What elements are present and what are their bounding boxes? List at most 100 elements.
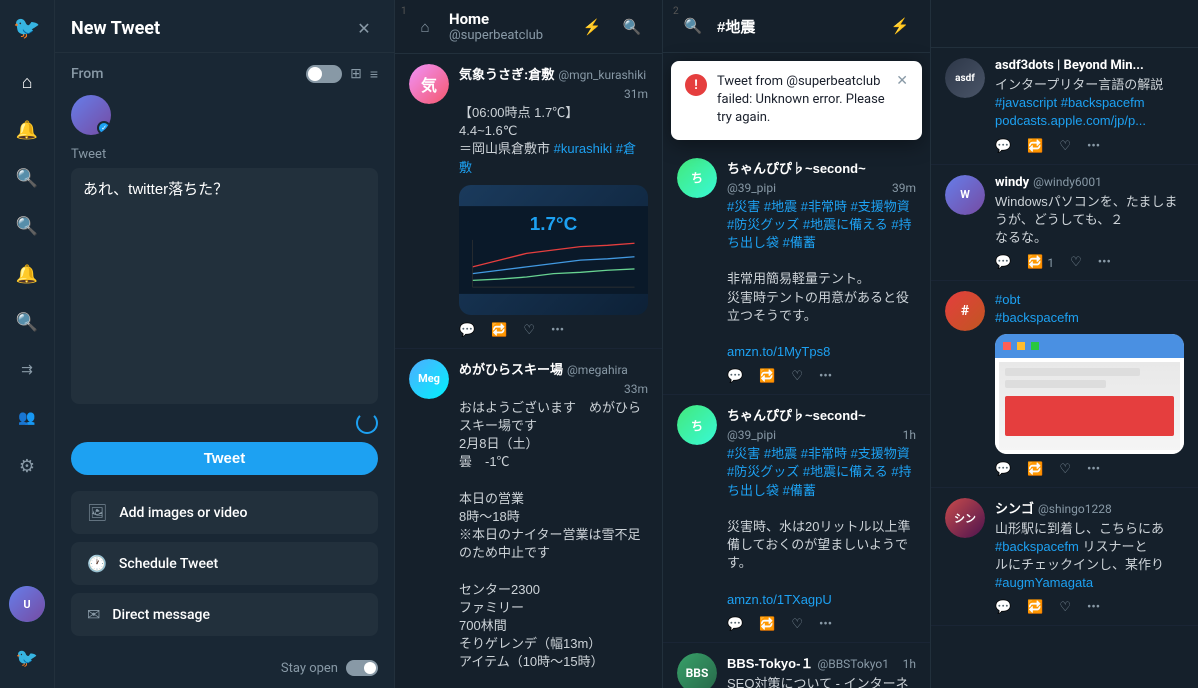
stay-open-toggle[interactable] (346, 660, 378, 676)
retweet-action[interactable]: 🔁 (1027, 139, 1043, 154)
sidebar-item-bell2[interactable]: 🔔 (7, 254, 47, 294)
avatar-circle: Meg (409, 359, 449, 399)
tweet-item[interactable]: シン シンゴ @shingo1228 山形駅に到着し、こちらにあ#backspa… (931, 488, 1198, 627)
reply-action[interactable]: 💬 (727, 617, 743, 632)
like-icon: ♡ (1070, 255, 1082, 270)
reply-action[interactable]: 💬 (995, 255, 1011, 270)
reply-action[interactable]: 💬 (727, 369, 743, 384)
more-action[interactable]: ••• (1087, 600, 1100, 615)
retweet-action[interactable]: 🔁 (759, 617, 775, 632)
tweet-item[interactable]: BBS BBS-Tokyo-１ @BBSTokyo1 1h SEO対策について … (663, 643, 930, 688)
reply-action[interactable]: 💬 (995, 462, 1011, 477)
list-icon[interactable]: ≡ (370, 66, 378, 83)
more-action[interactable]: ••• (819, 369, 832, 384)
more-action[interactable]: ••• (819, 617, 832, 632)
action-buttons: 🖼 Add images or video 🕐 Schedule Tweet ✉… (71, 491, 378, 636)
tweet-text: SEO対策について - インターネットのリスティングサービスである検索エンジンで… (727, 675, 916, 688)
col1-title-group: Home @superbeatclub (449, 10, 543, 43)
col1-filter-icon[interactable]: ⚡ (576, 11, 608, 43)
tweet-item[interactable]: asdf asdf3dots | Beyond Min... インタープリター言… (931, 48, 1198, 165)
add-media-button[interactable]: 🖼 Add images or video (71, 491, 378, 534)
grid-icon[interactable]: ⊞ (350, 66, 362, 82)
more-action[interactable]: ••• (551, 323, 564, 338)
more-icon: ••• (1087, 462, 1100, 477)
reply-action[interactable]: 💬 (995, 600, 1011, 615)
user-avatar-row (71, 95, 378, 135)
tweet-item[interactable]: ち ちゃんぴぴ♭~second~ @39_pipi 1h #災害 #地震 #非常… (663, 395, 930, 643)
like-icon: ♡ (1059, 139, 1071, 154)
like-action[interactable]: ♡ (523, 323, 535, 338)
tweet-avatar: Meg (409, 359, 449, 399)
tweet-input[interactable]: あれ、twitter落ちた？ (71, 168, 378, 404)
like-action[interactable]: ♡ (791, 369, 803, 384)
from-toggle[interactable] (306, 65, 342, 83)
error-notification: ! Tweet from @superbeatclub failed: Unkn… (671, 61, 922, 140)
tweet-time: 1h (903, 428, 916, 442)
sidebar-item-settings[interactable]: ⚙ (7, 446, 47, 486)
tweet-item[interactable]: Meg めがひらスキー場 @megahira 33m おはようございます めがひ… (395, 349, 662, 688)
tweet-item[interactable]: W windy @windy6001 Windowsパソコンを、たましまうが、ど… (931, 165, 1198, 282)
like-action[interactable]: ♡ (1059, 139, 1071, 154)
add-media-label: Add images or video (119, 505, 247, 521)
tweet-content: ちゃんぴぴ♭~second~ @39_pipi 1h #災害 #地震 #非常時 … (727, 405, 916, 632)
retweet-action[interactable]: 🔁 (1027, 462, 1043, 477)
sidebar-item-group[interactable]: 👥 (7, 398, 47, 438)
tweet-name: ちゃんぴぴ♭~second~ (727, 158, 866, 177)
tweet-header: 気象うさぎ:倉敷 @mgn_kurashiki 31m (459, 64, 648, 101)
sidebar-item-search3[interactable]: 🔍 (7, 302, 47, 342)
tweet-content: 気象うさぎ:倉敷 @mgn_kurashiki 31m 【06:00時点 1.7… (459, 64, 648, 338)
sidebar-item-home[interactable]: ⌂ (7, 62, 47, 102)
like-action[interactable]: ♡ (1070, 255, 1082, 270)
col2-content: ち ちゃんぴぴ♭~second~ @39_pipi 39m #災害 #地震 #非… (663, 148, 930, 688)
tweet-item[interactable]: ち ちゃんぴぴ♭~second~ @39_pipi 39m #災害 #地震 #非… (663, 148, 930, 396)
like-action[interactable]: ♡ (1059, 462, 1071, 477)
tweet-item[interactable]: 気 気象うさぎ:倉敷 @mgn_kurashiki 31m 【06:00時点 1… (395, 54, 662, 349)
reply-action[interactable]: 💬 (995, 139, 1011, 154)
error-close-button[interactable]: ✕ (896, 73, 908, 89)
tweet-handle: @BBSTokyo1 (817, 657, 889, 671)
reply-icon: 💬 (995, 600, 1011, 615)
tweet-avatar: ち (677, 405, 717, 445)
tweet-image: 1.7°C (459, 185, 648, 315)
col2-filter-icon[interactable]: ⚡ (884, 10, 916, 42)
col1-search-icon[interactable]: 🔍 (616, 11, 648, 43)
tweet-button[interactable]: Tweet (71, 442, 378, 475)
retweet-action[interactable]: 🔁 (1027, 600, 1043, 615)
sidebar-item-expand[interactable]: ⇉ (7, 350, 47, 390)
retweet-action[interactable]: 🔁 (759, 369, 775, 384)
sidebar-item-search[interactable]: 🔍 (7, 158, 47, 198)
new-tweet-panel: New Tweet ✕ From ⊞ ≡ Tweet あれ、twitter落ちた… (55, 0, 395, 688)
col1-home-icon[interactable]: ⌂ (409, 11, 441, 43)
retweet-icon: 🔁 (759, 369, 775, 384)
direct-message-button[interactable]: ✉ Direct message (71, 593, 378, 636)
sidebar-item-bell[interactable]: 🔔 (7, 110, 47, 150)
retweet-action[interactable]: 🔁 1 (1027, 255, 1054, 270)
schedule-icon: 🕐 (87, 554, 107, 573)
col3-content: asdf asdf3dots | Beyond Min... インタープリター言… (931, 48, 1198, 688)
tweet-text: #災害 #地震 #非常時 #支援物資 #防災グッズ #地震に備える #持ち出し袋… (727, 198, 916, 362)
schedule-tweet-button[interactable]: 🕐 Schedule Tweet (71, 542, 378, 585)
tweet-item[interactable]: # #obt#backspacefm (931, 281, 1198, 487)
reply-icon: 💬 (727, 369, 743, 384)
like-action[interactable]: ♡ (791, 617, 803, 632)
close-button[interactable]: ✕ (350, 14, 378, 42)
tweet-content: #obt#backspacefm (995, 291, 1184, 476)
tweet-avatar: BBS (677, 653, 717, 688)
more-action[interactable]: ••• (1098, 255, 1111, 270)
like-action[interactable]: ♡ (1059, 600, 1071, 615)
sidebar-item-twitter[interactable]: 🐦 (7, 638, 47, 678)
tweet-time: 33m (624, 382, 648, 396)
more-action[interactable]: ••• (1087, 139, 1100, 154)
dm-icon: ✉ (87, 605, 100, 624)
sidebar-item-search2[interactable]: 🔍 (7, 206, 47, 246)
sidebar-avatar[interactable]: U (9, 586, 45, 622)
tweet-content: ちゃんぴぴ♭~second~ @39_pipi 39m #災害 #地震 #非常時… (727, 158, 916, 385)
dm-label: Direct message (112, 607, 210, 623)
more-action[interactable]: ••• (1087, 462, 1100, 477)
retweet-action[interactable]: 🔁 (491, 323, 507, 338)
col2-number: 2 (667, 4, 685, 19)
reply-action[interactable]: 💬 (459, 323, 475, 338)
tweet-actions: 💬 🔁 ♡ ••• (459, 323, 648, 338)
error-icon: ! (685, 74, 707, 96)
reply-icon: 💬 (727, 617, 743, 632)
